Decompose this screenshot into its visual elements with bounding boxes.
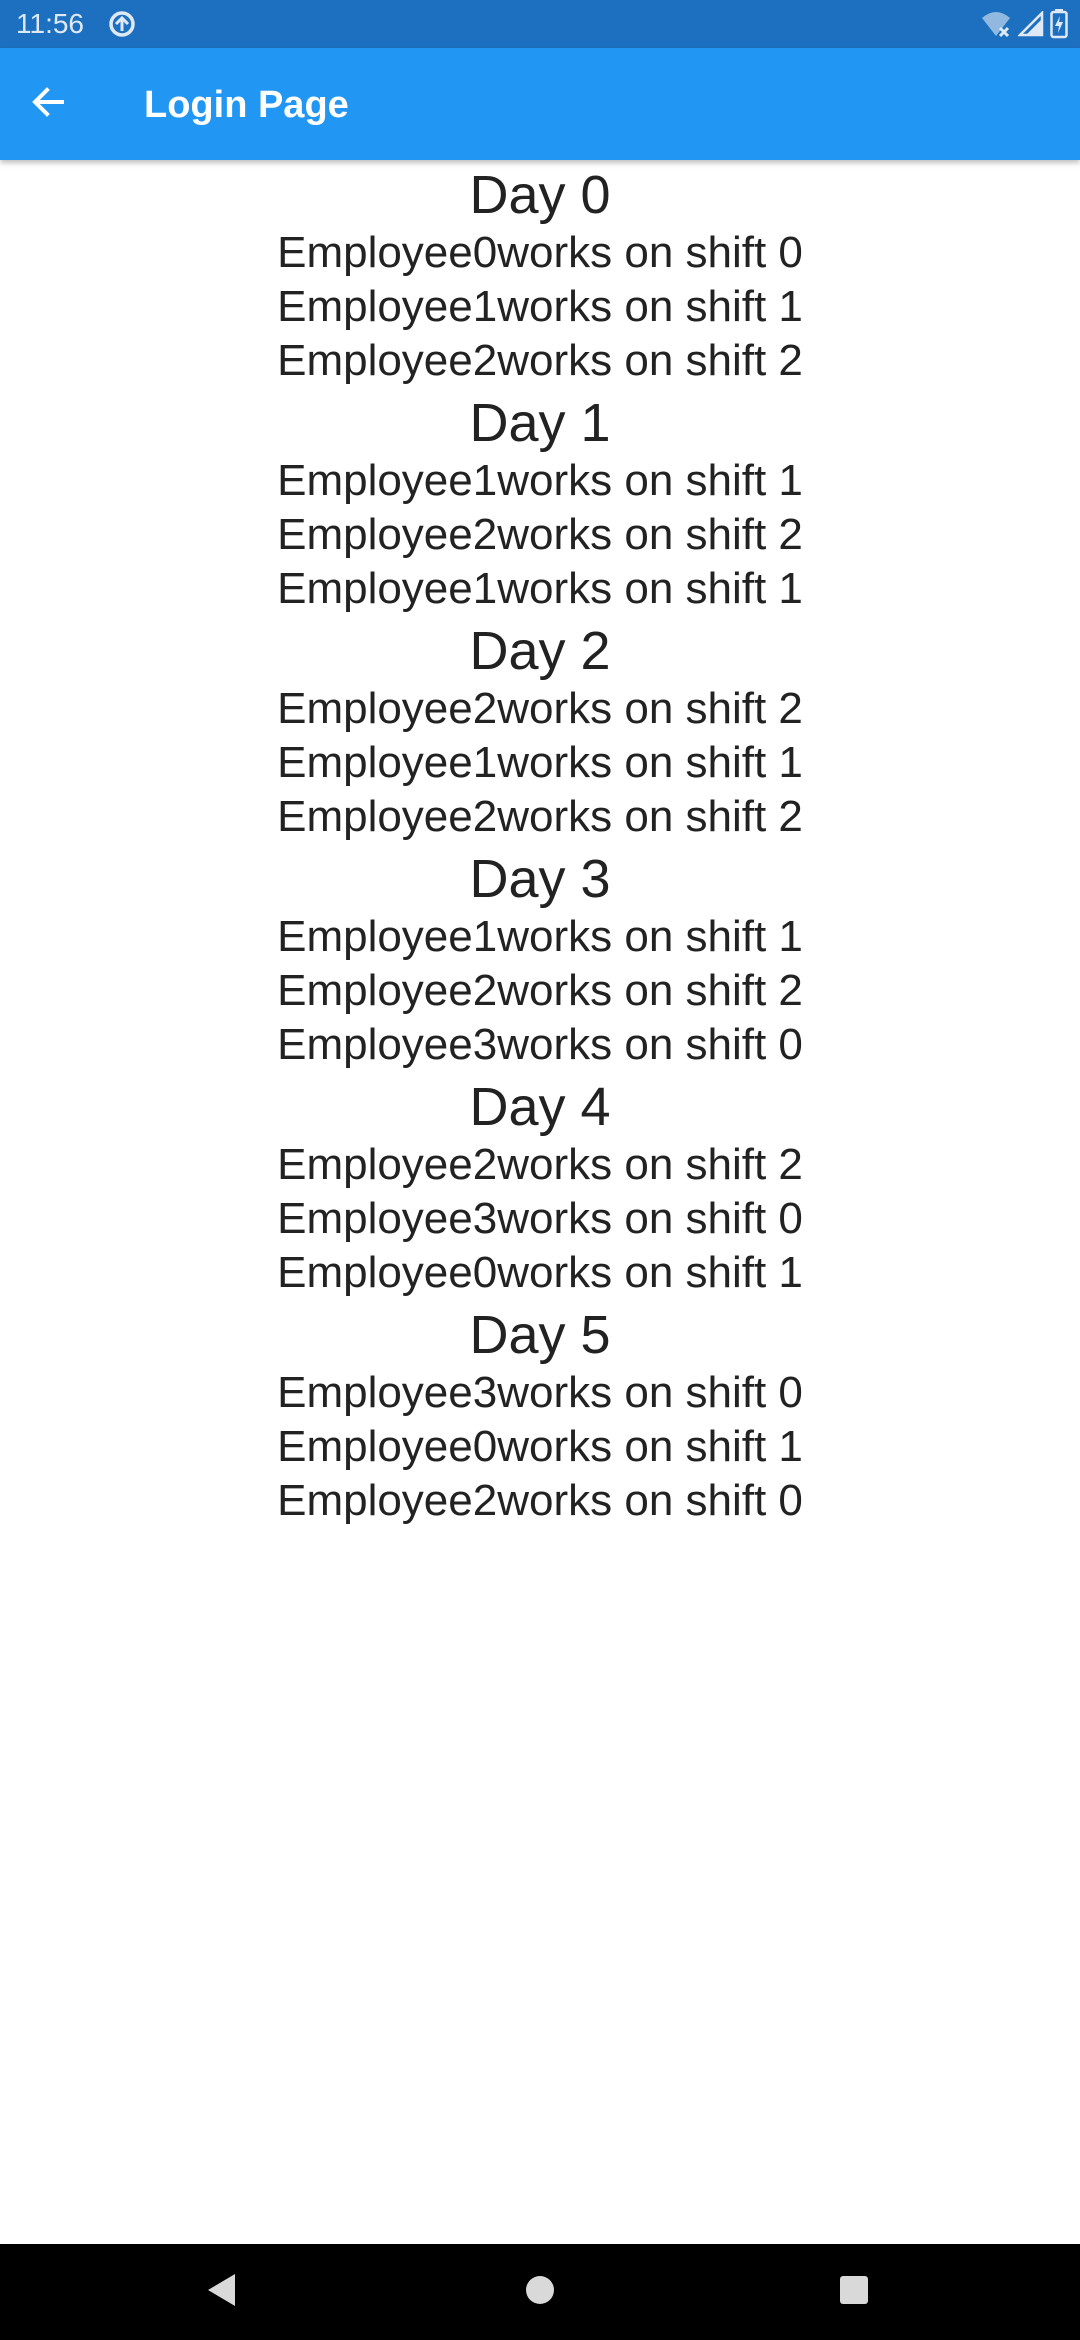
day-title: Day 0 xyxy=(469,165,611,225)
shift-assignment: Employee1works on shift 1 xyxy=(277,738,803,787)
app-bar: Login Page xyxy=(0,48,1080,160)
day-title: Day 1 xyxy=(469,393,611,453)
shift-assignment: Employee2works on shift 2 xyxy=(277,510,803,559)
day-block: Day 5 Employee3works on shift 0 Employee… xyxy=(0,1304,1080,1528)
day-block: Day 2 Employee2works on shift 2 Employee… xyxy=(0,620,1080,844)
day-block: Day 3 Employee1works on shift 1 Employee… xyxy=(0,848,1080,1072)
shift-assignment: Employee2works on shift 2 xyxy=(277,966,803,1015)
arrow-back-icon xyxy=(28,82,68,127)
nav-home-icon xyxy=(524,2274,556,2311)
day-block: Day 1 Employee1works on shift 1 Employee… xyxy=(0,392,1080,616)
day-title: Day 5 xyxy=(469,1305,611,1365)
nav-recents-icon xyxy=(839,2275,869,2310)
shift-assignment: Employee2works on shift 2 xyxy=(277,684,803,733)
wifi-off-icon xyxy=(980,10,1012,38)
shift-assignment: Employee3works on shift 0 xyxy=(277,1368,803,1417)
nav-back-button[interactable] xyxy=(198,2268,246,2316)
shift-assignment: Employee1works on shift 1 xyxy=(277,282,803,331)
cell-signal-icon xyxy=(1018,11,1044,37)
shift-assignment: Employee2works on shift 0 xyxy=(277,1476,803,1525)
data-saver-icon xyxy=(107,9,137,39)
day-title: Day 2 xyxy=(469,621,611,681)
status-bar: 11:56 xyxy=(0,0,1080,48)
system-nav-bar xyxy=(0,2244,1080,2340)
day-title: Day 3 xyxy=(469,849,611,909)
day-title: Day 4 xyxy=(469,1077,611,1137)
nav-recents-button[interactable] xyxy=(830,2268,878,2316)
back-button[interactable] xyxy=(24,80,72,128)
shift-assignment: Employee2works on shift 2 xyxy=(277,1140,803,1189)
page-title: Login Page xyxy=(144,84,349,126)
shift-assignment: Employee3works on shift 0 xyxy=(277,1020,803,1069)
nav-back-icon xyxy=(205,2272,239,2313)
schedule-list: Day 0 Employee0works on shift 0 Employee… xyxy=(0,160,1080,1528)
shift-assignment: Employee1works on shift 1 xyxy=(277,564,803,613)
status-icons xyxy=(980,9,1068,39)
shift-assignment: Employee2works on shift 2 xyxy=(277,792,803,841)
shift-assignment: Employee0works on shift 0 xyxy=(277,228,803,277)
shift-assignment: Employee1works on shift 1 xyxy=(277,456,803,505)
status-time: 11:56 xyxy=(16,8,84,39)
shift-assignment: Employee0works on shift 1 xyxy=(277,1422,803,1471)
day-block: Day 4 Employee2works on shift 2 Employee… xyxy=(0,1076,1080,1300)
battery-charging-icon xyxy=(1050,9,1068,39)
shift-assignment: Employee0works on shift 1 xyxy=(277,1248,803,1297)
shift-assignment: Employee1works on shift 1 xyxy=(277,912,803,961)
nav-home-button[interactable] xyxy=(516,2268,564,2316)
shift-assignment: Employee2works on shift 2 xyxy=(277,336,803,385)
day-block: Day 0 Employee0works on shift 0 Employee… xyxy=(0,164,1080,388)
shift-assignment: Employee3works on shift 0 xyxy=(277,1194,803,1243)
